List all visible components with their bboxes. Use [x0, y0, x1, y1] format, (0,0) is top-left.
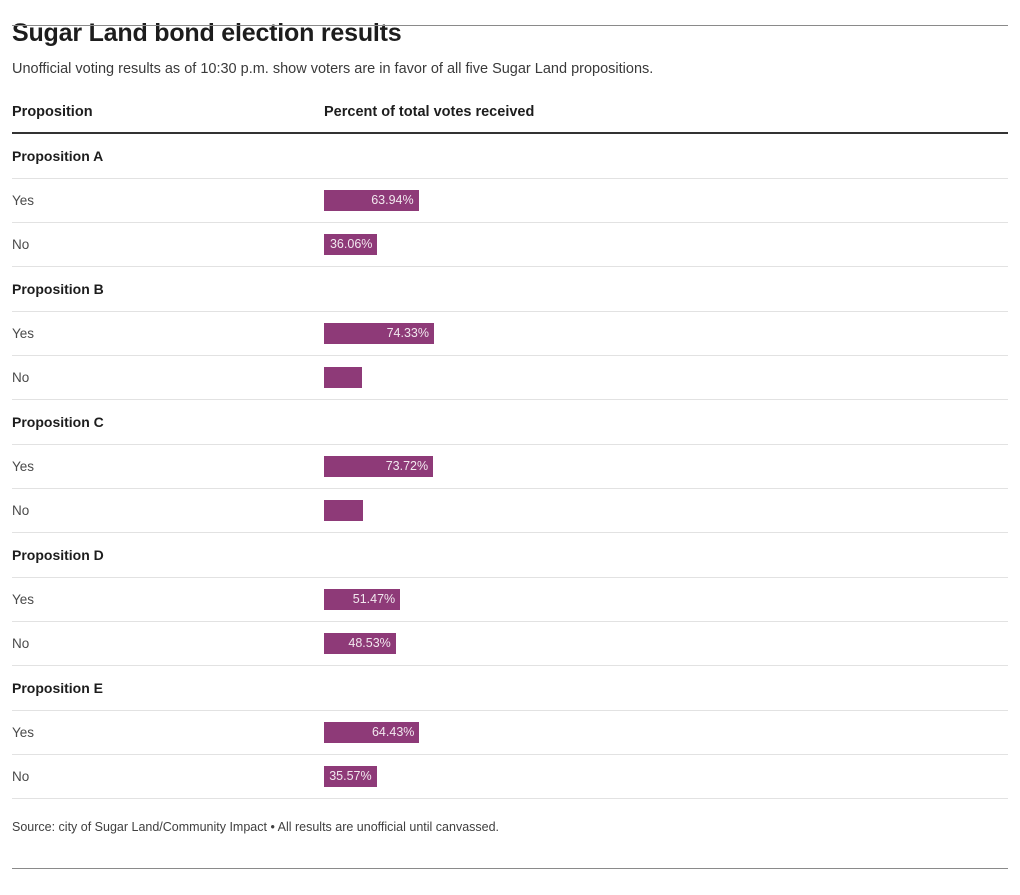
table-row: No 26.28%	[12, 489, 1008, 533]
option-label: No	[12, 768, 30, 784]
bar-cell: 26.28%	[324, 499, 1008, 521]
table-row: No 25.67%	[12, 356, 1008, 400]
bar-value-label: 74.33%	[386, 326, 429, 341]
chart-header: Sugar Land bond election results Unoffic…	[12, 0, 1008, 80]
source-note: Source: city of Sugar Land/Community Imp…	[12, 819, 500, 834]
bar-value-label: 36.06%	[329, 237, 373, 252]
bar-cell: 36.06%	[324, 233, 1008, 255]
section-row: Proposition E	[12, 666, 1008, 711]
page-subtitle: Unofficial voting results as of 10:30 p.…	[12, 61, 654, 78]
bar-value-label: 64.43%	[371, 725, 415, 740]
section-label: Proposition D	[12, 546, 104, 563]
table-row: Yes 64.43%	[12, 711, 1008, 755]
bar: 36.06%	[324, 233, 378, 255]
table-row: Yes 73.72%	[12, 445, 1008, 489]
page-title: Sugar Land bond election results	[12, 19, 402, 47]
table-row: No 36.06%	[12, 223, 1008, 267]
option-label: Yes	[12, 458, 35, 474]
column-header-proposition: Proposition	[12, 103, 93, 120]
bar-value-label: 51.47%	[352, 592, 396, 607]
bar-value-label: 35.57%	[329, 769, 372, 784]
section-row: Proposition C	[12, 400, 1008, 445]
column-header-percent: Percent of total votes received	[324, 103, 535, 120]
bar: 74.33%	[324, 322, 434, 344]
table-row: Yes 51.47%	[12, 578, 1008, 622]
table-row: No 35.57%	[12, 755, 1008, 799]
table-header-row: Proposition Percent of total votes recei…	[12, 104, 1008, 134]
section-row: Proposition B	[12, 267, 1008, 312]
option-label: Yes	[12, 192, 35, 208]
bar: 51.47%	[324, 588, 401, 610]
option-label: Yes	[12, 591, 35, 607]
section-label: Proposition B	[12, 280, 104, 297]
section-row: Proposition A	[12, 134, 1008, 179]
bar: 73.72%	[324, 455, 434, 477]
bar-value-label: 48.53%	[348, 636, 391, 651]
bar-cell: 74.33%	[324, 322, 1008, 344]
bar-cell: 48.53%	[324, 632, 1008, 654]
bar: 25.67%	[324, 366, 362, 388]
bar-value-label: 73.72%	[385, 459, 429, 474]
chart-page: Sugar Land bond election results Unoffic…	[0, 0, 1020, 895]
bar: 63.94%	[324, 189, 419, 211]
bar-value-label: 63.94%	[371, 193, 414, 208]
bar: 35.57%	[324, 765, 377, 787]
bar-cell: 25.67%	[324, 366, 1008, 388]
bar-cell: 64.43%	[324, 721, 1008, 743]
table-body: Proposition A Yes 63.94% No 36.06% Propositio…	[12, 134, 1008, 799]
option-label: No	[12, 635, 30, 651]
bar-cell: 63.94%	[324, 189, 1008, 211]
section-row: Proposition D	[12, 533, 1008, 578]
option-label: Yes	[12, 325, 35, 341]
top-divider	[12, 25, 1008, 26]
option-label: No	[12, 236, 30, 252]
results-table: Proposition Percent of total votes recei…	[12, 104, 1008, 799]
bottom-divider	[12, 868, 1008, 869]
bar-cell: 35.57%	[324, 765, 1008, 787]
bar-cell: 73.72%	[324, 455, 1008, 477]
bar: 64.43%	[324, 721, 420, 743]
table-row: No 48.53%	[12, 622, 1008, 666]
option-label: No	[12, 369, 30, 385]
bar: 26.28%	[324, 499, 363, 521]
section-label: Proposition A	[12, 147, 104, 164]
table-row: Yes 74.33%	[12, 312, 1008, 356]
table-row: Yes 63.94%	[12, 179, 1008, 223]
section-label: Proposition E	[12, 679, 103, 696]
bar: 48.53%	[324, 632, 396, 654]
option-label: Yes	[12, 724, 35, 740]
bar-cell: 51.47%	[324, 588, 1008, 610]
section-label: Proposition C	[12, 413, 104, 430]
option-label: No	[12, 502, 30, 518]
